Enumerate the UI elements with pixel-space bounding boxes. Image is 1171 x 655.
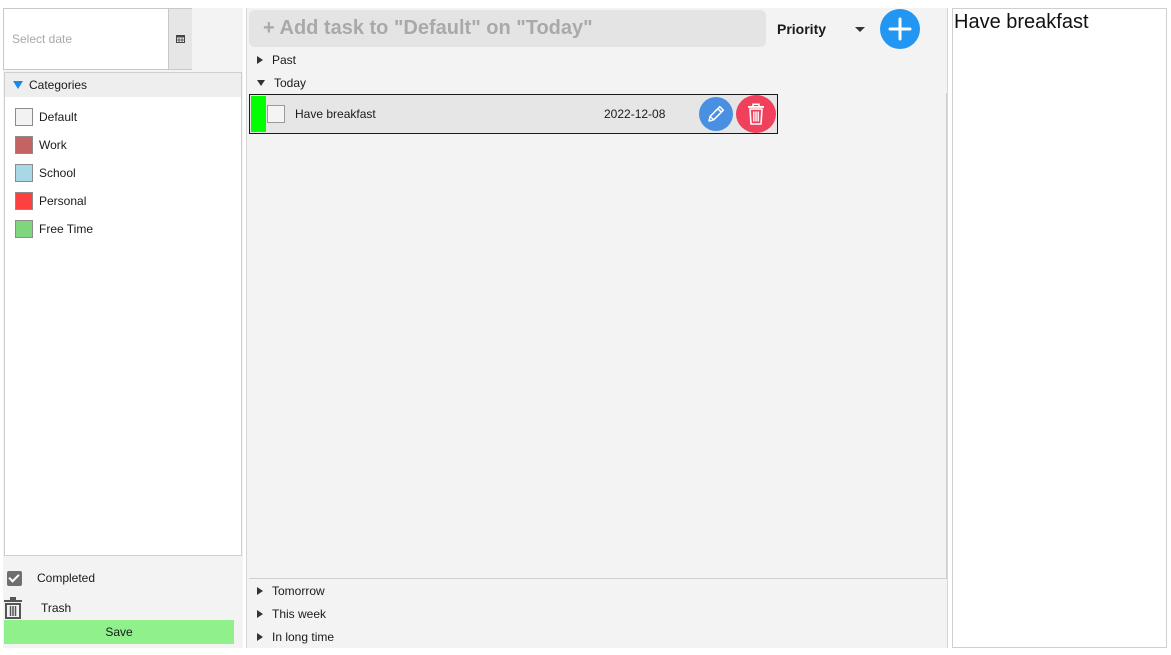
group-this-week[interactable]: This week	[257, 604, 326, 624]
group-label: Today	[274, 76, 307, 90]
sort-selected-value: Priority	[777, 21, 827, 37]
plus-icon	[888, 17, 912, 41]
category-label: School	[39, 166, 76, 180]
task-date: 2022-12-08	[604, 107, 666, 121]
trash-icon	[4, 597, 22, 619]
category-color-swatch	[15, 108, 33, 126]
category-label: Free Time	[39, 222, 94, 236]
category-color-swatch	[15, 164, 33, 182]
group-label: Past	[272, 53, 297, 67]
delete-task-button[interactable]	[736, 95, 776, 133]
group-label: Tomorrow	[272, 584, 325, 598]
group-tomorrow[interactable]: Tomorrow	[257, 581, 325, 601]
priority-indicator	[251, 96, 266, 132]
trash-icon	[748, 103, 764, 125]
add-task-input[interactable]	[249, 10, 766, 47]
sort-dropdown[interactable]: Priority	[773, 16, 867, 42]
group-today[interactable]: Today	[257, 73, 306, 93]
calendar-icon	[176, 35, 185, 43]
date-picker-button[interactable]	[168, 9, 192, 69]
detail-task-title: Have breakfast	[954, 11, 1089, 33]
completed-label: Completed	[37, 571, 96, 585]
category-label: Personal	[39, 194, 87, 208]
edit-task-button[interactable]	[699, 97, 733, 131]
pencil-icon	[708, 105, 725, 122]
sidebar: Categories Default Work School Personal …	[3, 8, 243, 648]
category-item-work[interactable]: Work	[5, 131, 241, 159]
category-item-default[interactable]: Default	[5, 103, 241, 131]
category-color-swatch	[15, 136, 33, 154]
expand-arrow-icon	[257, 633, 263, 641]
checkmark-icon	[7, 570, 22, 586]
today-task-list: Have breakfast 2022-12-08	[249, 93, 947, 579]
expand-arrow-icon	[257, 56, 263, 64]
category-label: Work	[39, 138, 67, 152]
collapse-arrow-icon	[257, 80, 265, 86]
group-label: This week	[272, 607, 327, 621]
task-row[interactable]: Have breakfast 2022-12-08	[249, 94, 778, 134]
categories-header[interactable]: Categories	[5, 73, 241, 97]
group-in-long-time[interactable]: In long time	[257, 627, 334, 647]
category-item-school[interactable]: School	[5, 159, 241, 187]
trash-label: Trash	[41, 601, 72, 615]
trash-filter[interactable]: Trash	[3, 595, 243, 621]
expand-arrow-icon	[257, 587, 263, 595]
add-task-button[interactable]	[880, 9, 920, 49]
task-complete-checkbox[interactable]	[267, 105, 285, 123]
chevron-down-icon	[855, 26, 865, 32]
task-main-panel: Priority Past Today Have breakfast 2022-…	[246, 8, 948, 648]
categories-header-label: Categories	[29, 78, 88, 92]
expand-triangle-icon	[13, 81, 23, 89]
date-picker	[3, 8, 192, 70]
task-title: Have breakfast	[295, 107, 376, 121]
save-button[interactable]: Save	[4, 620, 234, 644]
category-item-personal[interactable]: Personal	[5, 187, 241, 215]
category-color-swatch	[15, 192, 33, 210]
date-input[interactable]	[4, 9, 168, 69]
categories-panel: Categories Default Work School Personal …	[4, 72, 242, 556]
category-item-free-time[interactable]: Free Time	[5, 215, 241, 243]
category-color-swatch	[15, 220, 33, 238]
group-past[interactable]: Past	[257, 50, 296, 70]
category-label: Default	[39, 110, 78, 124]
task-detail-panel: Have breakfast	[952, 8, 1167, 648]
expand-arrow-icon	[257, 610, 263, 618]
group-label: In long time	[272, 630, 335, 644]
category-list: Default Work School Personal Free Time	[5, 97, 241, 243]
completed-filter[interactable]: Completed	[3, 565, 243, 591]
